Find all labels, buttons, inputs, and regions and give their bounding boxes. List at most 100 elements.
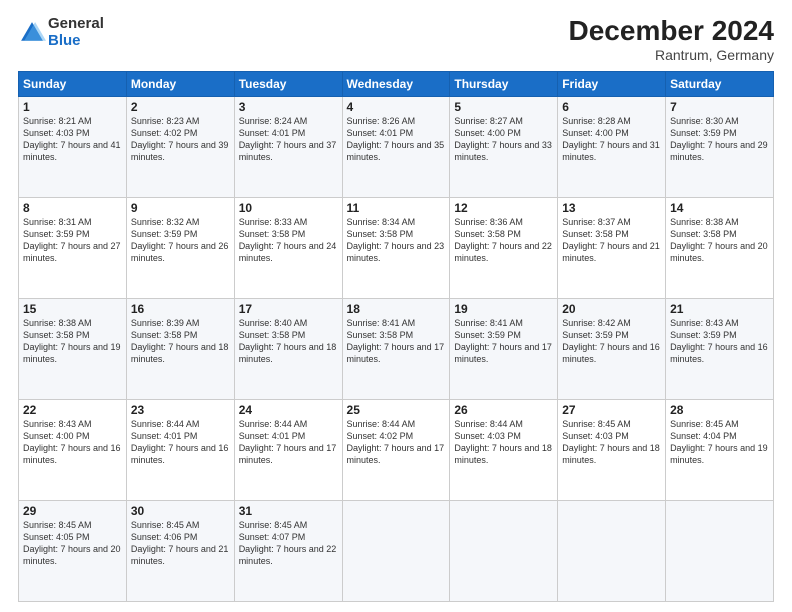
calendar-cell: 14 Sunrise: 8:38 AM Sunset: 3:58 PM Dayl… bbox=[666, 197, 774, 298]
day-number: 20 bbox=[562, 302, 661, 316]
day-number: 19 bbox=[454, 302, 553, 316]
cell-info: Sunrise: 8:45 AM Sunset: 4:03 PM Dayligh… bbox=[562, 418, 661, 467]
col-monday: Monday bbox=[126, 71, 234, 96]
day-number: 16 bbox=[131, 302, 230, 316]
calendar-cell: 29 Sunrise: 8:45 AM Sunset: 4:05 PM Dayl… bbox=[19, 500, 127, 601]
day-number: 11 bbox=[347, 201, 446, 215]
logo-general: General bbox=[48, 15, 104, 32]
cell-info: Sunrise: 8:31 AM Sunset: 3:59 PM Dayligh… bbox=[23, 216, 122, 265]
page: General Blue December 2024 Rantrum, Germ… bbox=[0, 0, 792, 612]
calendar-cell: 7 Sunrise: 8:30 AM Sunset: 3:59 PM Dayli… bbox=[666, 96, 774, 197]
cell-info: Sunrise: 8:41 AM Sunset: 3:58 PM Dayligh… bbox=[347, 317, 446, 366]
col-sunday: Sunday bbox=[19, 71, 127, 96]
day-number: 8 bbox=[23, 201, 122, 215]
col-wednesday: Wednesday bbox=[342, 71, 450, 96]
day-number: 27 bbox=[562, 403, 661, 417]
cell-info: Sunrise: 8:21 AM Sunset: 4:03 PM Dayligh… bbox=[23, 115, 122, 164]
calendar-cell: 24 Sunrise: 8:44 AM Sunset: 4:01 PM Dayl… bbox=[234, 399, 342, 500]
day-number: 28 bbox=[670, 403, 769, 417]
day-number: 10 bbox=[239, 201, 338, 215]
day-number: 23 bbox=[131, 403, 230, 417]
calendar-cell: 31 Sunrise: 8:45 AM Sunset: 4:07 PM Dayl… bbox=[234, 500, 342, 601]
calendar-cell: 19 Sunrise: 8:41 AM Sunset: 3:59 PM Dayl… bbox=[450, 298, 558, 399]
page-title: December 2024 bbox=[569, 16, 774, 47]
calendar-cell: 23 Sunrise: 8:44 AM Sunset: 4:01 PM Dayl… bbox=[126, 399, 234, 500]
day-number: 30 bbox=[131, 504, 230, 518]
cell-info: Sunrise: 8:40 AM Sunset: 3:58 PM Dayligh… bbox=[239, 317, 338, 366]
day-number: 26 bbox=[454, 403, 553, 417]
header-row: Sunday Monday Tuesday Wednesday Thursday… bbox=[19, 71, 774, 96]
calendar-cell: 3 Sunrise: 8:24 AM Sunset: 4:01 PM Dayli… bbox=[234, 96, 342, 197]
calendar-cell: 13 Sunrise: 8:37 AM Sunset: 3:58 PM Dayl… bbox=[558, 197, 666, 298]
cell-info: Sunrise: 8:38 AM Sunset: 3:58 PM Dayligh… bbox=[670, 216, 769, 265]
col-tuesday: Tuesday bbox=[234, 71, 342, 96]
calendar-cell bbox=[666, 500, 774, 601]
table-row: 22 Sunrise: 8:43 AM Sunset: 4:00 PM Dayl… bbox=[19, 399, 774, 500]
day-number: 13 bbox=[562, 201, 661, 215]
calendar-cell: 2 Sunrise: 8:23 AM Sunset: 4:02 PM Dayli… bbox=[126, 96, 234, 197]
calendar-cell: 25 Sunrise: 8:44 AM Sunset: 4:02 PM Dayl… bbox=[342, 399, 450, 500]
calendar-cell: 26 Sunrise: 8:44 AM Sunset: 4:03 PM Dayl… bbox=[450, 399, 558, 500]
day-number: 24 bbox=[239, 403, 338, 417]
calendar-cell: 9 Sunrise: 8:32 AM Sunset: 3:59 PM Dayli… bbox=[126, 197, 234, 298]
cell-info: Sunrise: 8:39 AM Sunset: 3:58 PM Dayligh… bbox=[131, 317, 230, 366]
day-number: 1 bbox=[23, 100, 122, 114]
calendar-cell: 6 Sunrise: 8:28 AM Sunset: 4:00 PM Dayli… bbox=[558, 96, 666, 197]
logo-blue: Blue bbox=[48, 32, 81, 49]
cell-info: Sunrise: 8:45 AM Sunset: 4:04 PM Dayligh… bbox=[670, 418, 769, 467]
calendar-cell: 27 Sunrise: 8:45 AM Sunset: 4:03 PM Dayl… bbox=[558, 399, 666, 500]
logo-text: General Blue bbox=[48, 16, 104, 49]
calendar-cell: 16 Sunrise: 8:39 AM Sunset: 3:58 PM Dayl… bbox=[126, 298, 234, 399]
day-number: 2 bbox=[131, 100, 230, 114]
col-thursday: Thursday bbox=[450, 71, 558, 96]
calendar-cell: 12 Sunrise: 8:36 AM Sunset: 3:58 PM Dayl… bbox=[450, 197, 558, 298]
cell-info: Sunrise: 8:44 AM Sunset: 4:01 PM Dayligh… bbox=[239, 418, 338, 467]
cell-info: Sunrise: 8:32 AM Sunset: 3:59 PM Dayligh… bbox=[131, 216, 230, 265]
calendar-table: Sunday Monday Tuesday Wednesday Thursday… bbox=[18, 71, 774, 602]
cell-info: Sunrise: 8:30 AM Sunset: 3:59 PM Dayligh… bbox=[670, 115, 769, 164]
day-number: 6 bbox=[562, 100, 661, 114]
day-number: 3 bbox=[239, 100, 338, 114]
cell-info: Sunrise: 8:27 AM Sunset: 4:00 PM Dayligh… bbox=[454, 115, 553, 164]
day-number: 4 bbox=[347, 100, 446, 114]
cell-info: Sunrise: 8:43 AM Sunset: 3:59 PM Dayligh… bbox=[670, 317, 769, 366]
table-row: 1 Sunrise: 8:21 AM Sunset: 4:03 PM Dayli… bbox=[19, 96, 774, 197]
calendar-cell: 17 Sunrise: 8:40 AM Sunset: 3:58 PM Dayl… bbox=[234, 298, 342, 399]
cell-info: Sunrise: 8:28 AM Sunset: 4:00 PM Dayligh… bbox=[562, 115, 661, 164]
cell-info: Sunrise: 8:34 AM Sunset: 3:58 PM Dayligh… bbox=[347, 216, 446, 265]
calendar-cell: 11 Sunrise: 8:34 AM Sunset: 3:58 PM Dayl… bbox=[342, 197, 450, 298]
cell-info: Sunrise: 8:36 AM Sunset: 3:58 PM Dayligh… bbox=[454, 216, 553, 265]
logo-icon bbox=[18, 19, 46, 47]
day-number: 21 bbox=[670, 302, 769, 316]
day-number: 22 bbox=[23, 403, 122, 417]
calendar-cell: 22 Sunrise: 8:43 AM Sunset: 4:00 PM Dayl… bbox=[19, 399, 127, 500]
page-subtitle: Rantrum, Germany bbox=[569, 47, 774, 63]
cell-info: Sunrise: 8:41 AM Sunset: 3:59 PM Dayligh… bbox=[454, 317, 553, 366]
day-number: 29 bbox=[23, 504, 122, 518]
calendar-cell: 20 Sunrise: 8:42 AM Sunset: 3:59 PM Dayl… bbox=[558, 298, 666, 399]
calendar-cell: 15 Sunrise: 8:38 AM Sunset: 3:58 PM Dayl… bbox=[19, 298, 127, 399]
day-number: 12 bbox=[454, 201, 553, 215]
day-number: 25 bbox=[347, 403, 446, 417]
day-number: 7 bbox=[670, 100, 769, 114]
cell-info: Sunrise: 8:43 AM Sunset: 4:00 PM Dayligh… bbox=[23, 418, 122, 467]
cell-info: Sunrise: 8:23 AM Sunset: 4:02 PM Dayligh… bbox=[131, 115, 230, 164]
day-number: 15 bbox=[23, 302, 122, 316]
day-number: 31 bbox=[239, 504, 338, 518]
title-block: December 2024 Rantrum, Germany bbox=[569, 16, 774, 63]
cell-info: Sunrise: 8:33 AM Sunset: 3:58 PM Dayligh… bbox=[239, 216, 338, 265]
table-row: 15 Sunrise: 8:38 AM Sunset: 3:58 PM Dayl… bbox=[19, 298, 774, 399]
day-number: 17 bbox=[239, 302, 338, 316]
col-saturday: Saturday bbox=[666, 71, 774, 96]
calendar-cell: 28 Sunrise: 8:45 AM Sunset: 4:04 PM Dayl… bbox=[666, 399, 774, 500]
cell-info: Sunrise: 8:37 AM Sunset: 3:58 PM Dayligh… bbox=[562, 216, 661, 265]
cell-info: Sunrise: 8:42 AM Sunset: 3:59 PM Dayligh… bbox=[562, 317, 661, 366]
calendar-cell bbox=[342, 500, 450, 601]
calendar-cell: 5 Sunrise: 8:27 AM Sunset: 4:00 PM Dayli… bbox=[450, 96, 558, 197]
logo: General Blue bbox=[18, 16, 104, 49]
cell-info: Sunrise: 8:38 AM Sunset: 3:58 PM Dayligh… bbox=[23, 317, 122, 366]
cell-info: Sunrise: 8:44 AM Sunset: 4:03 PM Dayligh… bbox=[454, 418, 553, 467]
table-row: 29 Sunrise: 8:45 AM Sunset: 4:05 PM Dayl… bbox=[19, 500, 774, 601]
calendar-cell: 21 Sunrise: 8:43 AM Sunset: 3:59 PM Dayl… bbox=[666, 298, 774, 399]
calendar-cell: 4 Sunrise: 8:26 AM Sunset: 4:01 PM Dayli… bbox=[342, 96, 450, 197]
